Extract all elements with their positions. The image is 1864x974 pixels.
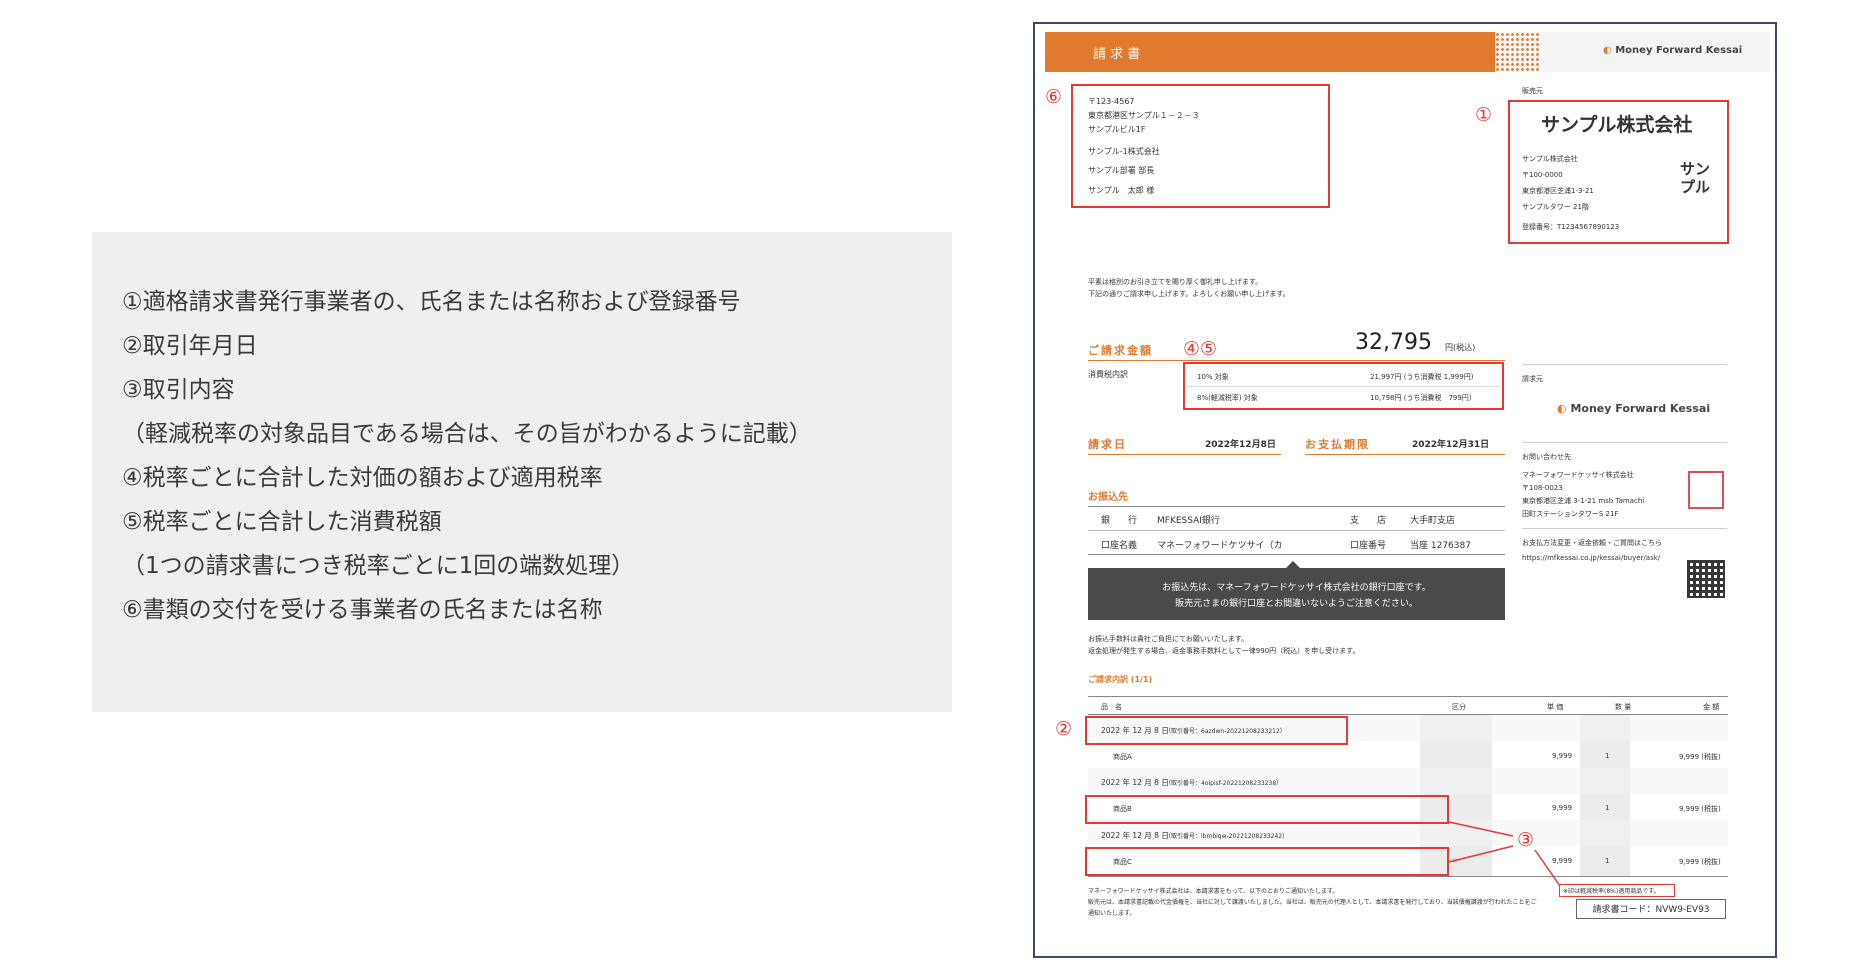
legend-line-8: ⑥書類の交付を受ける事業者の氏名または名称 (122, 597, 603, 623)
footer-3: 通知いたします。 (1088, 910, 1136, 917)
footer-1: マネーフォワードケッサイ株式会社は、本請求書をもって、以下のとおりご通知いたしま… (1088, 888, 1339, 895)
legend-line-6: ⑤税率ごとに合計した消費税額 (122, 509, 442, 535)
footer-2: 販売元は、本請求書記載の代金債権を、当社に対して譲渡いたしました。当社は、販売元… (1088, 899, 1537, 906)
legend-line-7: （1つの請求書につき税率ごとに1回の端数処理） (122, 553, 635, 579)
legend-line-4: （軽減税率の対象品目である場合は、その旨がわかるように記載） (122, 421, 812, 447)
legend-line-2: ②取引年月日 (122, 333, 258, 359)
legend-line-5: ④税率ごとに合計した対価の額および適用税率 (122, 465, 603, 491)
legend-line-1: ①適格請求書発行事業者の、氏名または名称および登録番号 (122, 289, 741, 315)
legend-line-3: ③取引内容 (122, 377, 235, 403)
invoice-code: 請求書コード：NVW9-EV93 (1576, 899, 1726, 919)
legend-panel: ①適格請求書発行事業者の、氏名または名称および登録番号 ②取引年月日 ③取引内容… (92, 232, 952, 712)
reduced-note: ※印は軽減税率(8%)適用商品です。 (1563, 888, 1660, 895)
marker-3-leader-lines (1448, 821, 1561, 887)
invoice-document: 請 求 書 ◐ Money Forward Kessai ⑥ 〒123-4567… (1033, 22, 1777, 958)
